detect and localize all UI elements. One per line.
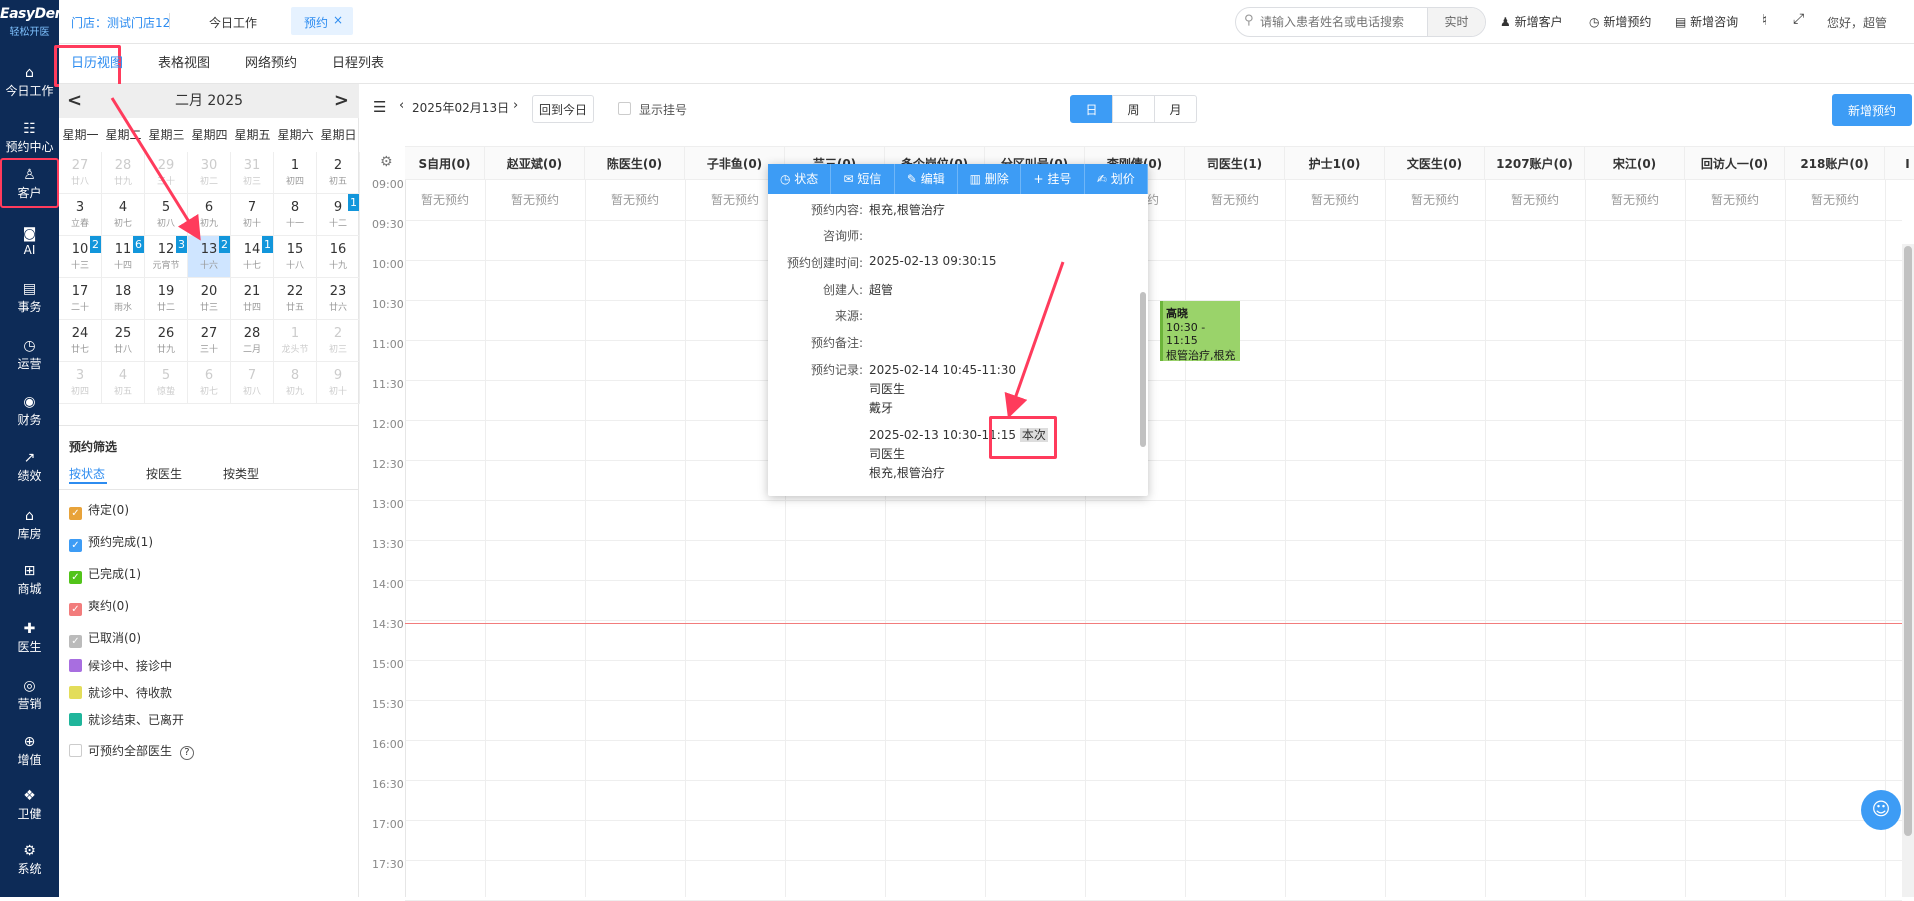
arrow-line	[1004, 261, 1065, 419]
annotation-arrows	[110, 97, 1065, 419]
arrow-line	[110, 97, 201, 241]
